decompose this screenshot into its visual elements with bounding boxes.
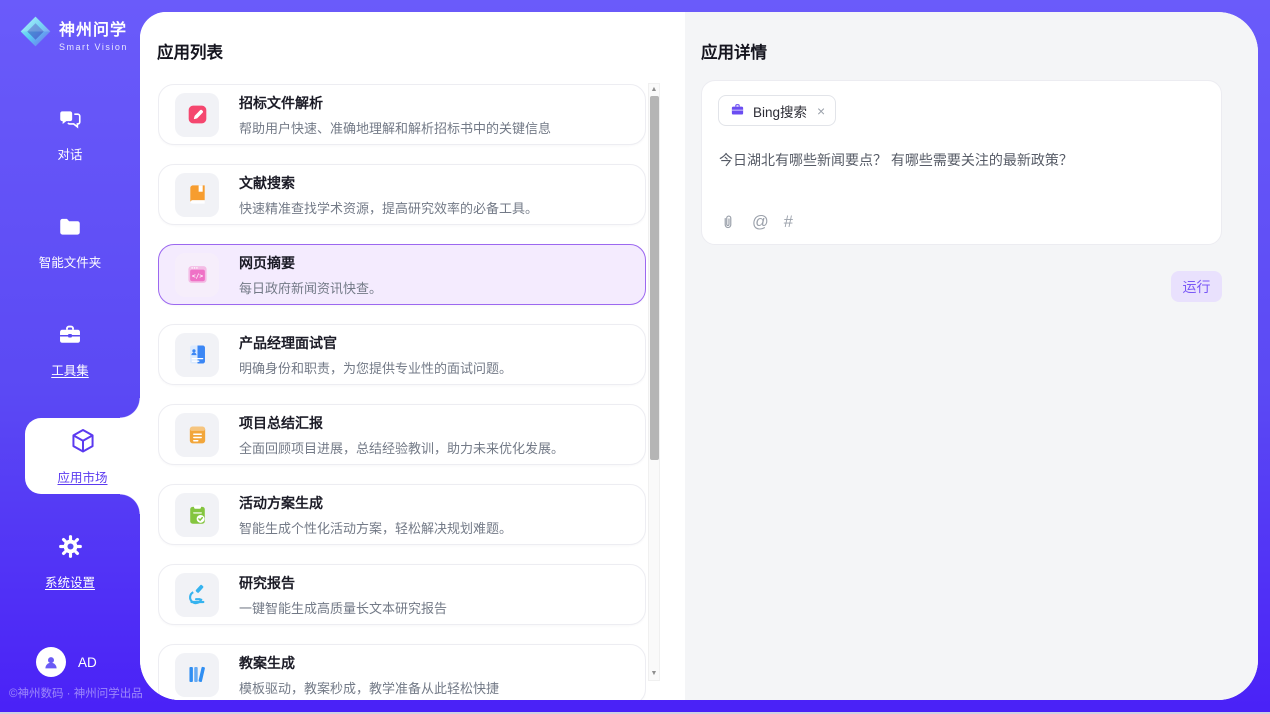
prompt-text[interactable]: 今日湖北有哪些新闻要点？ 有哪些需要关注的最新政策？ bbox=[719, 150, 1205, 170]
app-card-title: 研究报告 bbox=[239, 573, 447, 593]
app-card-desc: 全面回顾项目进展，总结经验教训，助力未来优化发展。 bbox=[239, 438, 564, 457]
app-card-desc: 一键智能生成高质量长文本研究报告 bbox=[239, 598, 447, 617]
app-list-title: 应用列表 bbox=[157, 39, 223, 63]
app-card-title: 产品经理面试官 bbox=[239, 333, 512, 353]
tool-chip[interactable]: Bing搜索 × bbox=[718, 95, 836, 126]
sidebar-item-label: 应用市场 bbox=[57, 467, 107, 486]
sidebar: 神州问学 Smart Vision 对话智能文件夹工具集应用市场系统设置 AD … bbox=[0, 0, 140, 714]
scroll-up-icon[interactable]: ▲ bbox=[649, 84, 659, 96]
sidebar-item-2[interactable]: 智能文件夹 bbox=[0, 211, 140, 273]
app-list-panel: 应用列表 招标文件解析帮助用户快速、准确地理解和解析招标书中的关键信息文献搜索快… bbox=[140, 12, 685, 700]
app-card-title: 网页摘要 bbox=[239, 253, 382, 273]
books-icon bbox=[175, 653, 219, 697]
clipboard-check-icon bbox=[175, 493, 219, 537]
app-card-desc: 帮助用户快速、准确地理解和解析招标书中的关键信息 bbox=[239, 118, 551, 137]
sidebar-item-label: 工具集 bbox=[51, 360, 89, 379]
svg-text:</>: </> bbox=[191, 273, 202, 280]
brand-logo: 神州问学 Smart Vision bbox=[0, 0, 140, 53]
sidebar-item-label: 智能文件夹 bbox=[39, 252, 102, 271]
scrollbar-thumb[interactable] bbox=[650, 96, 659, 460]
app-card-desc: 每日政府新闻资讯快查。 bbox=[239, 278, 382, 297]
brand-name: 神州问学 bbox=[59, 16, 128, 40]
gear-icon bbox=[57, 533, 84, 565]
sidebar-item-1[interactable]: 对话 bbox=[0, 103, 140, 165]
chip-close-icon[interactable]: × bbox=[817, 103, 825, 119]
prompt-toolbar: @ # bbox=[719, 213, 793, 231]
mention-icon[interactable]: @ bbox=[752, 214, 769, 231]
app-card-title: 活动方案生成 bbox=[239, 493, 512, 513]
user-name: AD bbox=[78, 655, 97, 670]
hashtag-icon[interactable]: # bbox=[784, 214, 793, 231]
run-button[interactable]: 运行 bbox=[1171, 271, 1222, 302]
sidebar-item-3[interactable]: 工具集 bbox=[0, 319, 140, 381]
app-card-title: 教案生成 bbox=[239, 653, 499, 673]
resume-icon bbox=[175, 333, 219, 377]
sidebar-nav: 对话智能文件夹工具集应用市场系统设置 bbox=[0, 103, 140, 639]
chat-icon bbox=[57, 106, 83, 137]
app-card[interactable]: 研究报告一键智能生成高质量长文本研究报告 bbox=[158, 564, 646, 625]
app-card-title: 招标文件解析 bbox=[239, 93, 551, 113]
app-detail-panel: 应用详情 Bing搜索 × 今日湖北有哪些新闻要点？ 有哪些需要关注的最新政策？ bbox=[685, 12, 1258, 700]
browser-code-icon: </> bbox=[175, 253, 219, 297]
app-card[interactable]: 项目总结汇报全面回顾项目进展，总结经验教训，助力未来优化发展。 bbox=[158, 404, 646, 465]
app-card-desc: 智能生成个性化活动方案，轻松解决规划难题。 bbox=[239, 518, 512, 537]
avatar bbox=[36, 647, 66, 677]
app-card[interactable]: 招标文件解析帮助用户快速、准确地理解和解析招标书中的关键信息 bbox=[158, 84, 646, 145]
brand-subtitle: Smart Vision bbox=[59, 42, 128, 52]
app-card[interactable]: 文献搜索快速精准查找学术资源，提高研究效率的必备工具。 bbox=[158, 164, 646, 225]
app-card-desc: 模板驱动，教案秒成，教学准备从此轻松快捷 bbox=[239, 678, 499, 697]
app-card[interactable]: </> 网页摘要每日政府新闻资讯快查。 bbox=[158, 244, 646, 305]
attach-icon[interactable] bbox=[719, 213, 737, 231]
brand-diamond-icon bbox=[19, 15, 52, 53]
app-card[interactable]: 产品经理面试官明确身份和职责，为您提供专业性的面试问题。 bbox=[158, 324, 646, 385]
app-list: 招标文件解析帮助用户快速、准确地理解和解析招标书中的关键信息文献搜索快速精准查找… bbox=[158, 84, 646, 700]
app-list-scrollbar[interactable]: ▲ ▼ bbox=[648, 83, 660, 681]
sidebar-footer: ©神州数码 · 神州问学出品 bbox=[9, 685, 143, 701]
notepad-icon bbox=[175, 413, 219, 457]
app-card-desc: 快速精准查找学术资源，提高研究效率的必备工具。 bbox=[239, 198, 538, 217]
app-card-title: 文献搜索 bbox=[239, 173, 538, 193]
cube-icon bbox=[69, 427, 97, 460]
user-chip[interactable]: AD bbox=[36, 647, 97, 677]
main-content: 应用列表 招标文件解析帮助用户快速、准确地理解和解析招标书中的关键信息文献搜索快… bbox=[140, 12, 1258, 700]
scroll-down-icon[interactable]: ▼ bbox=[649, 668, 659, 680]
toolbox-icon bbox=[57, 322, 83, 353]
app-card-title: 项目总结汇报 bbox=[239, 413, 564, 433]
folder-icon bbox=[57, 214, 83, 245]
doc-edit-icon bbox=[175, 93, 219, 137]
microscope-icon bbox=[175, 573, 219, 617]
sidebar-item-5[interactable]: 系统设置 bbox=[0, 531, 140, 593]
book-icon bbox=[175, 173, 219, 217]
app-card[interactable]: 教案生成模板驱动，教案秒成，教学准备从此轻松快捷 bbox=[158, 644, 646, 700]
app-card-desc: 明确身份和职责，为您提供专业性的面试问题。 bbox=[239, 358, 512, 377]
briefcase-icon bbox=[730, 102, 745, 120]
app-detail-title: 应用详情 bbox=[701, 39, 767, 63]
prompt-card[interactable]: Bing搜索 × 今日湖北有哪些新闻要点？ 有哪些需要关注的最新政策？ @ # bbox=[701, 80, 1222, 245]
app-card[interactable]: 活动方案生成智能生成个性化活动方案，轻松解决规划难题。 bbox=[158, 484, 646, 545]
sidebar-item-label: 对话 bbox=[57, 144, 82, 163]
tool-chip-label: Bing搜索 bbox=[753, 101, 807, 121]
sidebar-item-label: 系统设置 bbox=[45, 572, 95, 591]
sidebar-item-4[interactable]: 应用市场 bbox=[25, 418, 140, 494]
